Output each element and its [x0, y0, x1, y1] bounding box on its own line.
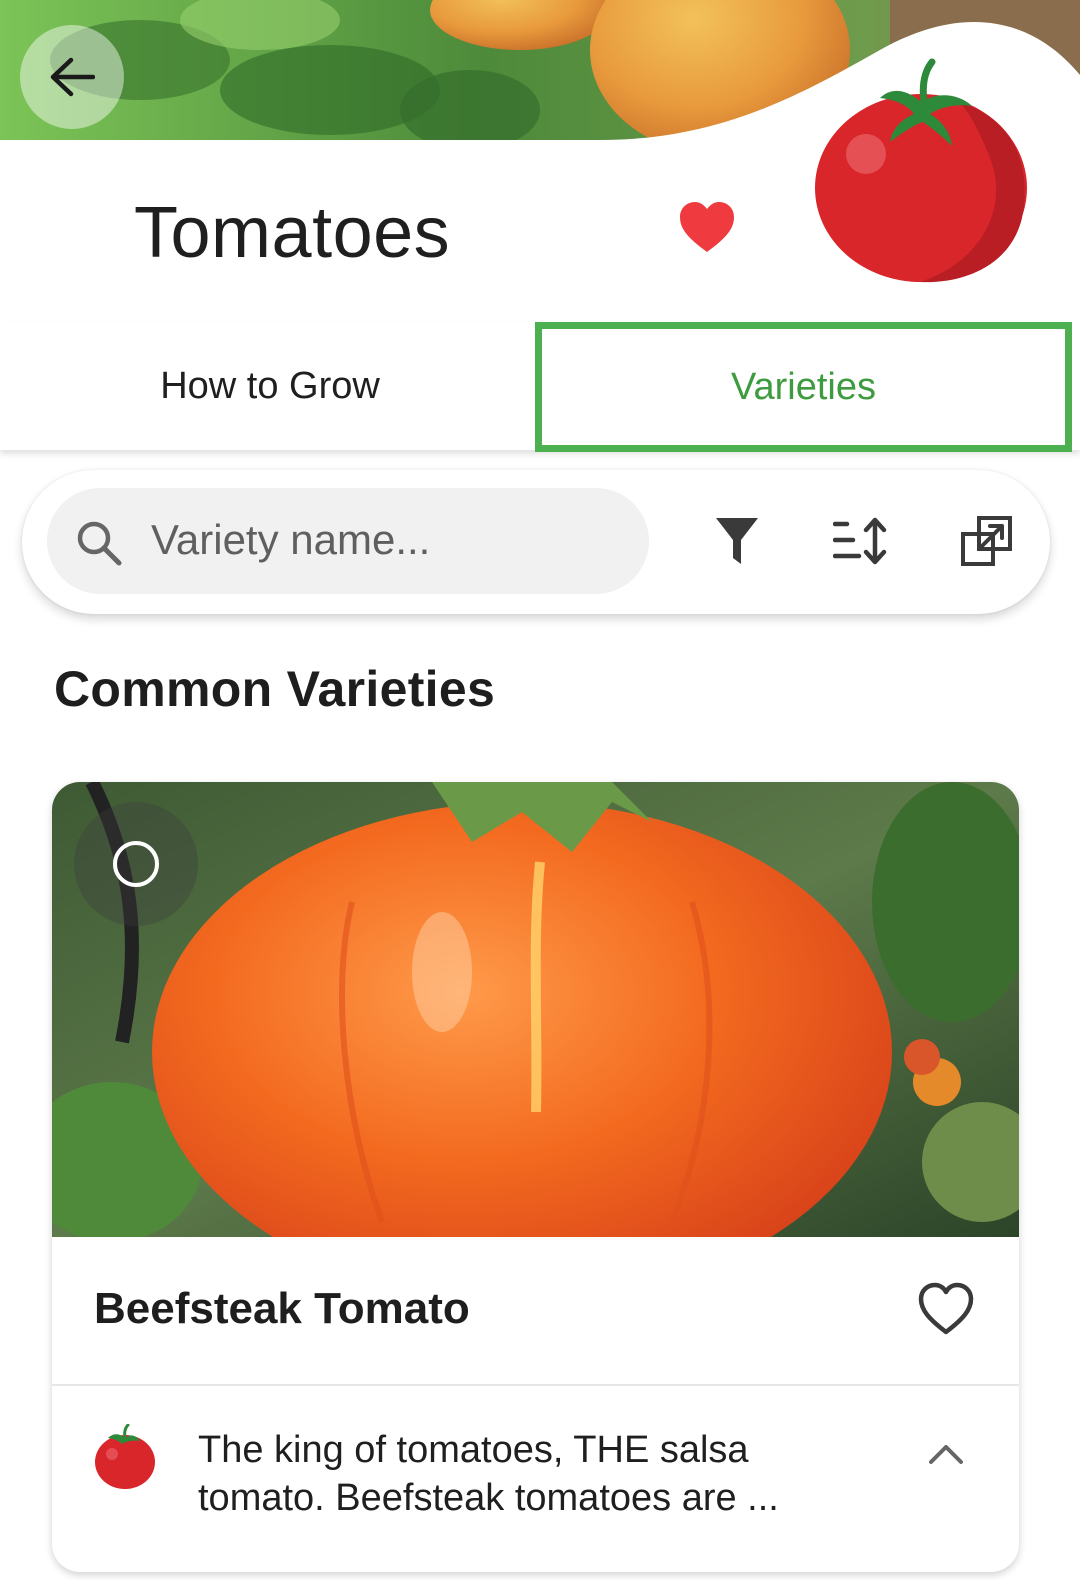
- back-button[interactable]: [20, 25, 124, 129]
- expand-view-button[interactable]: [956, 510, 1018, 572]
- sort-icon: [833, 517, 887, 565]
- favorite-heart-icon[interactable]: [678, 200, 736, 254]
- search-field[interactable]: [47, 488, 649, 594]
- filter-icon: [716, 518, 758, 564]
- variety-photo: [52, 782, 1019, 1237]
- tab-bar: How to Grow Varieties: [0, 322, 1080, 452]
- search-input[interactable]: [151, 510, 631, 570]
- select-toggle[interactable]: [74, 802, 198, 926]
- variety-description: The king of tomatoes, THE salsa tomato. …: [198, 1429, 779, 1519]
- arrow-left-icon: [50, 57, 95, 97]
- divider: [52, 1384, 1019, 1386]
- tomato-icon: [815, 58, 1027, 283]
- heart-outline-icon[interactable]: [918, 1282, 974, 1336]
- tab-how-to-grow[interactable]: How to Grow: [0, 322, 540, 450]
- variety-card[interactable]: Beefsteak Tomato The king of tomatoes, T…: [52, 782, 1019, 1572]
- sort-button[interactable]: [830, 510, 892, 572]
- tomato-icon: [95, 1424, 155, 1489]
- filter-button[interactable]: [706, 510, 768, 572]
- search-icon: [77, 521, 122, 566]
- page-title: Tomatoes: [134, 193, 451, 273]
- variety-name: Beefsteak Tomato: [94, 1284, 470, 1333]
- tab-varieties[interactable]: Varieties: [535, 322, 1072, 452]
- chevron-up-icon[interactable]: [928, 1442, 964, 1466]
- search-toolbar: [22, 470, 1050, 614]
- section-title: Common Varieties: [54, 661, 496, 717]
- open-in-new-icon: [961, 516, 1012, 566]
- radio-circle-icon: [113, 841, 159, 887]
